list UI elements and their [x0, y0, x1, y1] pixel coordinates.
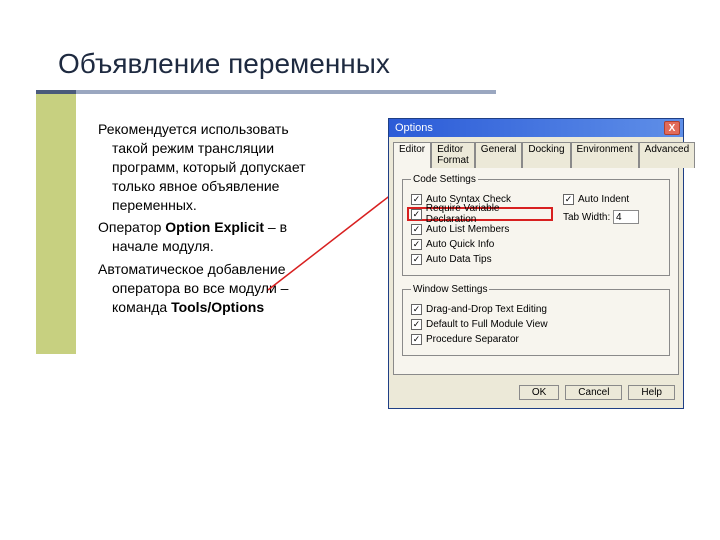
help-button[interactable]: Help [628, 385, 675, 400]
text-line: только явное объявление [112, 178, 279, 194]
check-label: Require Variable Declaration [426, 203, 549, 225]
text-line: программ, который допускает [112, 159, 306, 175]
check-drag-drop[interactable]: ✓ Drag-and-Drop Text Editing [411, 302, 663, 316]
tab-body: Code Settings ✓Auto Syntax Check ✓Requir… [393, 167, 679, 375]
tab-advanced[interactable]: Advanced [639, 142, 695, 168]
text-bold: Tools/Options [171, 299, 264, 315]
check-label: Auto Indent [578, 194, 629, 205]
check-default-full-module[interactable]: ✓ Default to Full Module View [411, 317, 663, 331]
text-line: такой режим трансляции [112, 140, 274, 156]
ok-button[interactable]: OK [519, 385, 559, 400]
body-text: Рекомендуется использовать такой режим т… [98, 120, 363, 321]
text-line: начале модуля. [112, 238, 214, 254]
check-label: Auto Quick Info [426, 239, 494, 250]
checkbox-icon: ✓ [411, 224, 422, 235]
text-line: Рекомендуется использовать [98, 121, 289, 137]
check-auto-data-tips[interactable]: ✓ Auto Data Tips [411, 252, 553, 266]
check-label: Auto List Members [426, 224, 509, 235]
check-procedure-separator[interactable]: ✓ Procedure Separator [411, 332, 663, 346]
close-button[interactable]: X [664, 121, 680, 135]
check-require-variable-declaration[interactable]: ✓Require Variable Declaration [407, 207, 553, 221]
text-line: команда [112, 299, 171, 315]
check-label: Procedure Separator [426, 334, 519, 345]
text-bold: Option Explicit [165, 219, 264, 235]
check-auto-quick-info[interactable]: ✓ Auto Quick Info [411, 237, 553, 251]
checkbox-icon: ✓ [411, 319, 422, 330]
checkbox-icon: ✓ [411, 194, 422, 205]
check-label: Auto Data Tips [426, 254, 492, 265]
slide-title: Объявление переменных [58, 48, 390, 80]
tab-docking[interactable]: Docking [522, 142, 570, 168]
dialog-title-text: Options [395, 122, 433, 134]
text-line: переменных. [112, 197, 197, 213]
window-settings-legend: Window Settings [411, 284, 489, 295]
slide: Объявление переменных Рекомендуется испо… [0, 0, 720, 540]
check-auto-indent[interactable]: ✓ Auto Indent [563, 192, 663, 206]
tab-editor-format[interactable]: Editor Format [431, 142, 475, 168]
tab-width-input[interactable] [613, 210, 639, 224]
tab-width-row: Tab Width: [563, 210, 663, 224]
tab-strip: Editor Editor Format General Docking Env… [389, 137, 683, 167]
tab-width-label: Tab Width: [563, 212, 610, 223]
text-line: оператора во все модули – [112, 280, 288, 296]
text-line: Оператор [98, 219, 165, 235]
check-label: Default to Full Module View [426, 319, 548, 330]
tab-general[interactable]: General [475, 142, 523, 168]
window-settings-group: Window Settings ✓ Drag-and-Drop Text Edit… [402, 284, 670, 356]
close-icon: X [669, 123, 676, 134]
cancel-button[interactable]: Cancel [565, 385, 622, 400]
checkbox-icon: ✓ [411, 239, 422, 250]
tab-environment[interactable]: Environment [571, 142, 639, 168]
text-line: Автоматическое добавление [98, 261, 286, 277]
check-label: Drag-and-Drop Text Editing [426, 304, 547, 315]
checkbox-icon: ✓ [563, 194, 574, 205]
dialog-titlebar: Options X [389, 119, 683, 137]
tab-editor[interactable]: Editor [393, 142, 431, 168]
checkbox-icon: ✓ [411, 304, 422, 315]
title-underline [36, 90, 496, 94]
dialog-buttons: OK Cancel Help [389, 379, 683, 408]
accent-bar [36, 94, 76, 354]
options-dialog: Options X Editor Editor Format General D… [388, 118, 684, 409]
code-settings-legend: Code Settings [411, 174, 478, 185]
checkbox-icon: ✓ [411, 334, 422, 345]
checkbox-icon: ✓ [411, 254, 422, 265]
checkbox-icon: ✓ [411, 209, 422, 220]
code-settings-group: Code Settings ✓Auto Syntax Check ✓Requir… [402, 174, 670, 276]
text-line: – в [264, 219, 287, 235]
